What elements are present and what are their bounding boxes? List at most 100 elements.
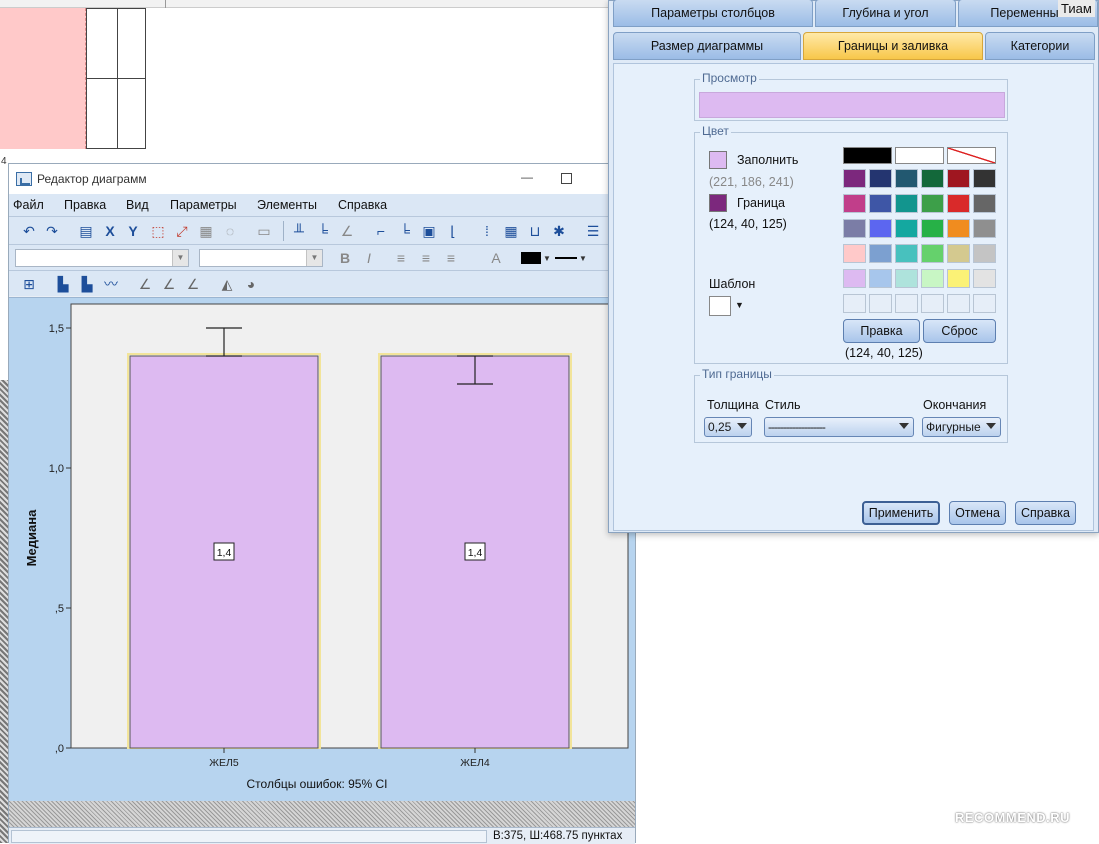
window-titlebar[interactable]: Редактор диаграмм —: [9, 164, 635, 194]
line-element-icon[interactable]: 〰: [101, 274, 121, 294]
align-left-icon[interactable]: ≡: [391, 248, 411, 268]
bold-button[interactable]: B: [335, 248, 355, 268]
grid-icon[interactable]: ▦: [196, 221, 216, 241]
menu-help[interactable]: Справка: [338, 198, 387, 212]
palette-swatch[interactable]: [973, 244, 996, 263]
palette-swatch[interactable]: [843, 294, 866, 313]
palette-swatch[interactable]: [843, 219, 866, 238]
fill-color-button[interactable]: [521, 252, 541, 264]
reset-color-button[interactable]: Сброс: [923, 319, 996, 343]
palette-swatch[interactable]: [869, 169, 892, 188]
y-tick-label[interactable]: 1,5: [49, 323, 64, 335]
palette-swatch[interactable]: [947, 194, 970, 213]
palette-swatch[interactable]: [947, 219, 970, 238]
align-right-icon[interactable]: ≡: [441, 248, 461, 268]
apply-button[interactable]: Применить: [862, 501, 940, 525]
align-center-icon[interactable]: ≡: [416, 248, 436, 268]
chart-canvas[interactable]: ,0 ,5 1,0 1,5 Медиана 1,4 ЖЕЛ5 1,4 ЖЕЛ4 Столбцы о…: [9, 297, 635, 801]
palette-swatch[interactable]: [973, 169, 996, 188]
palette-swatch[interactable]: [921, 294, 944, 313]
menu-options[interactable]: Параметры: [170, 198, 237, 212]
help-button[interactable]: Справка: [1015, 501, 1076, 525]
edit-color-button[interactable]: Правка: [843, 319, 920, 343]
scatter-icon[interactable]: ⁞: [477, 221, 497, 241]
font-size-combo[interactable]: ▼: [199, 249, 323, 267]
select-icon[interactable]: ⬚: [148, 221, 168, 241]
explode-icon[interactable]: ⤢: [172, 221, 192, 241]
bracket-icon[interactable]: ⊔: [525, 221, 545, 241]
x-tick-label[interactable]: ЖЕЛ5: [209, 757, 239, 769]
palette-black[interactable]: [843, 147, 892, 164]
menu-view[interactable]: Вид: [126, 198, 149, 212]
palette-swatch[interactable]: [895, 244, 918, 263]
tab-chart-size[interactable]: Размер диаграммы: [613, 32, 801, 60]
palette-swatch[interactable]: [869, 244, 892, 263]
fill-swatch[interactable]: [709, 151, 727, 169]
palette-swatch[interactable]: [843, 269, 866, 288]
lasso-icon[interactable]: ◌: [220, 221, 240, 241]
palette-swatch[interactable]: [947, 294, 970, 313]
palette-swatch[interactable]: [895, 169, 918, 188]
italic-button[interactable]: I: [359, 248, 379, 268]
palette-swatch[interactable]: [973, 269, 996, 288]
palette-swatch[interactable]: [947, 169, 970, 188]
x-axis-icon[interactable]: X: [100, 221, 120, 241]
pie-element-icon[interactable]: ◕: [241, 274, 261, 294]
palette-swatch[interactable]: [947, 244, 970, 263]
properties-icon[interactable]: ▤: [76, 221, 96, 241]
line-style-button[interactable]: [555, 257, 577, 259]
bar-element-b-icon[interactable]: ▙: [77, 274, 97, 294]
palette-swatch[interactable]: [843, 244, 866, 263]
palette-swatch[interactable]: [895, 269, 918, 288]
ends-select[interactable]: Фигурные: [922, 417, 1001, 437]
minimize-icon[interactable]: —: [517, 170, 537, 188]
palette-swatch[interactable]: [895, 219, 918, 238]
cancel-button[interactable]: Отмена: [949, 501, 1006, 525]
y-tick-label[interactable]: 1,0: [49, 463, 64, 475]
palette-swatch[interactable]: [973, 294, 996, 313]
palette-swatch[interactable]: [921, 194, 944, 213]
pattern-dropdown-icon[interactable]: ▼: [735, 300, 744, 310]
palette-swatch[interactable]: [895, 294, 918, 313]
data-label[interactable]: 1,4: [468, 547, 483, 559]
transform-icon[interactable]: ▭: [254, 221, 274, 241]
tab-borders-fill[interactable]: Границы и заливка: [803, 32, 983, 60]
x-tick-label[interactable]: ЖЕЛ4: [460, 757, 490, 769]
table-icon[interactable]: ▦: [501, 221, 521, 241]
palette-swatch[interactable]: [869, 269, 892, 288]
palette-swatch[interactable]: [869, 194, 892, 213]
y-tick-label[interactable]: ,5: [55, 603, 64, 615]
palette-swatch[interactable]: [843, 169, 866, 188]
chart-footnote[interactable]: Столбцы ошибок: 95% CI: [247, 777, 388, 791]
line-style-dropdown-icon[interactable]: ▼: [579, 254, 587, 263]
redo-icon[interactable]: ↷: [42, 221, 62, 241]
pattern-swatch[interactable]: [709, 296, 731, 316]
star-icon[interactable]: ✱: [549, 221, 569, 241]
interpolation-icon[interactable]: ∠: [183, 274, 203, 294]
palette-swatch[interactable]: [869, 294, 892, 313]
legend-icon[interactable]: ☰: [583, 221, 603, 241]
palette-swatch[interactable]: [843, 194, 866, 213]
y-tick-label[interactable]: ,0: [55, 743, 64, 755]
font-family-combo[interactable]: ▼: [15, 249, 189, 267]
y-axis-label[interactable]: Медиана: [24, 509, 39, 566]
palette-swatch[interactable]: [869, 219, 892, 238]
font-color-button[interactable]: A: [486, 248, 506, 268]
fit-line-icon[interactable]: ∠: [159, 274, 179, 294]
tab-depth-angle[interactable]: Глубина и угол: [815, 0, 956, 27]
palette-swatch[interactable]: [973, 194, 996, 213]
data-label[interactable]: 1,4: [217, 547, 232, 559]
border-swatch[interactable]: [709, 194, 727, 212]
frame-icon[interactable]: ⌐: [371, 221, 391, 241]
bars-a-icon[interactable]: ╨: [289, 221, 309, 241]
menu-file[interactable]: Файл: [13, 198, 44, 212]
area-element-icon[interactable]: ◭: [217, 274, 237, 294]
frame-b-icon[interactable]: ╘: [395, 221, 415, 241]
add-element-icon[interactable]: ⊞: [19, 274, 39, 294]
undo-icon[interactable]: ↶: [19, 221, 39, 241]
palette-swatch[interactable]: [921, 269, 944, 288]
weight-select[interactable]: 0,25: [704, 417, 752, 437]
menu-edit[interactable]: Правка: [64, 198, 106, 212]
bars-b-icon[interactable]: ╘: [313, 221, 333, 241]
scatter-element-icon[interactable]: ∠: [135, 274, 155, 294]
